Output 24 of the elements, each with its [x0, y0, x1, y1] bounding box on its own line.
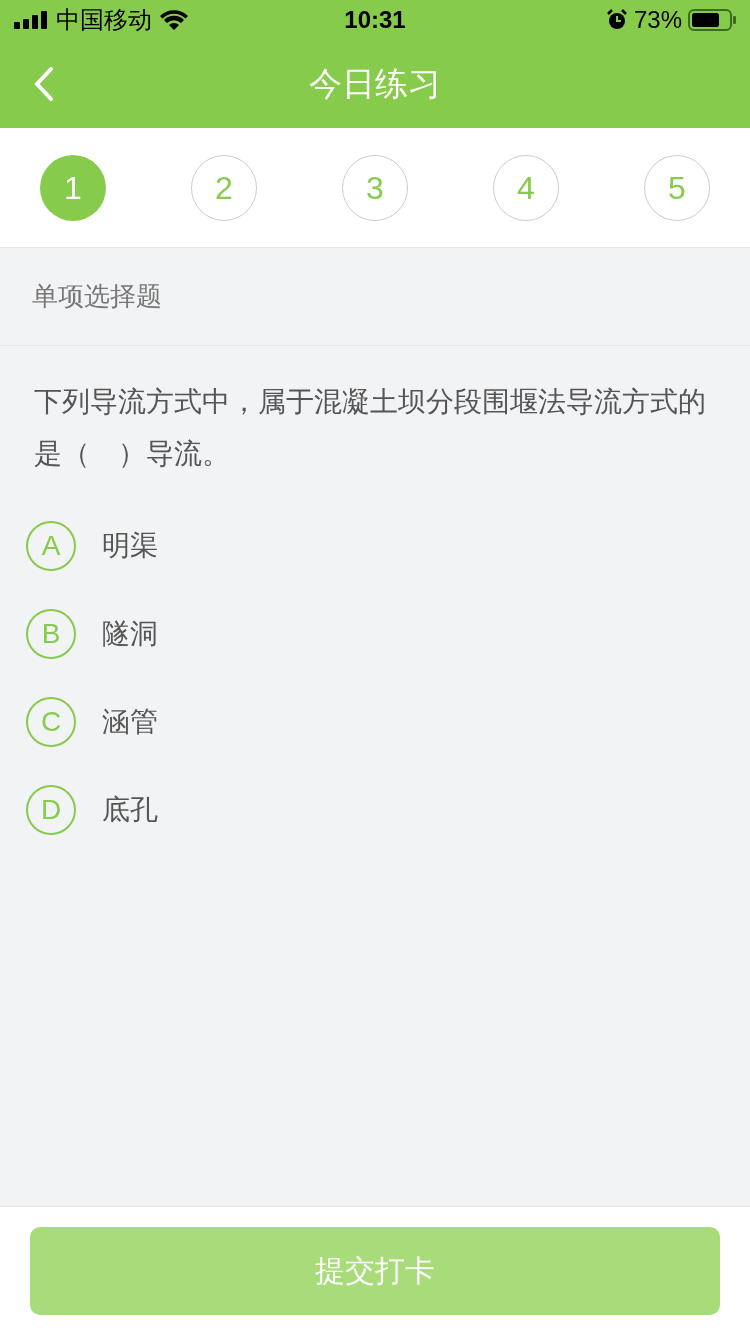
question-text: 下列导流方式中，属于混凝土坝分段围堰法导流方式的是（ ）导流。 — [34, 384, 707, 472]
back-icon — [34, 67, 54, 101]
question-number[interactable]: 2 — [191, 154, 257, 221]
option-text[interactable]: 涵管 — [102, 701, 158, 743]
option-text[interactable]: 明渠 — [102, 525, 158, 567]
wifi-icon — [160, 10, 188, 30]
signal-icon — [14, 11, 48, 29]
carrier-name: 中国移动 — [56, 5, 152, 36]
option-text[interactable]: 底孔 — [102, 789, 158, 831]
battery-icon — [688, 9, 736, 31]
question-number[interactable]: 5 — [644, 154, 710, 221]
battery-percent: 73% — [633, 5, 682, 35]
question-number[interactable]: 4 — [493, 154, 559, 221]
page-title: 今日练习 — [309, 63, 441, 106]
clock-time: 10:31 — [343, 5, 407, 35]
question-type: 单项选择题 — [32, 280, 162, 313]
option-letter[interactable]: B — [26, 609, 76, 659]
question-number[interactable]: 3 — [342, 154, 408, 221]
option-letter[interactable]: A — [26, 521, 76, 571]
option-text[interactable]: 隧洞 — [102, 613, 158, 655]
question-number[interactable]: 1 — [40, 154, 106, 221]
option-letter[interactable]: D — [26, 785, 76, 835]
alarm-icon — [605, 9, 628, 31]
option-letter[interactable]: C — [26, 697, 76, 747]
